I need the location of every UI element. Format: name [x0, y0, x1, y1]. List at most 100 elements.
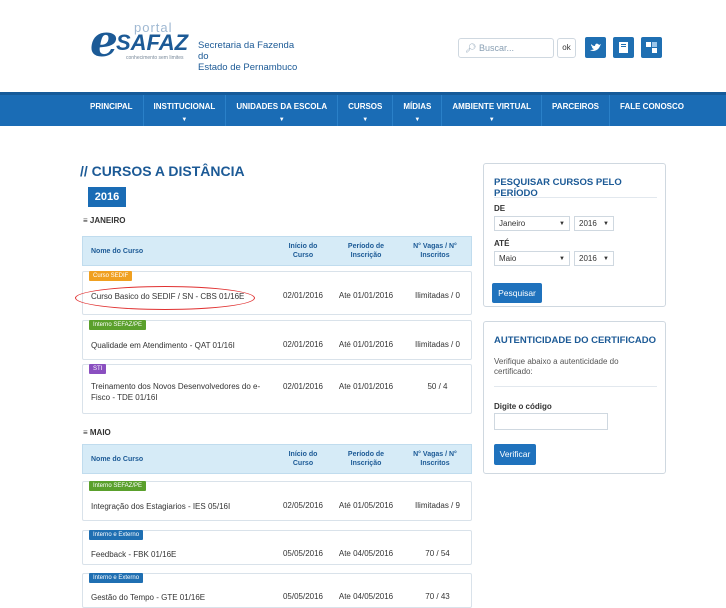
year-badge: 2016	[88, 187, 126, 207]
search-period-button[interactable]: Pesquisar	[492, 283, 542, 303]
header-vagas: N° Vagas / N° Inscritos	[413, 451, 457, 467]
header-start: Início do Curso	[288, 243, 318, 259]
from-year-select[interactable]: 2016 ▼	[574, 216, 614, 231]
course-start-date: 02/01/2016	[282, 340, 324, 349]
divider	[494, 197, 657, 198]
category-badge: Curso SEDIF	[89, 271, 133, 281]
category-badge: Interno e Externo	[89, 573, 144, 583]
course-registration-period: Ate 01/01/2016	[338, 382, 394, 391]
category-badge: Interno e Externo	[89, 530, 144, 540]
nav-item-principal[interactable]: PRINCIPAL	[80, 95, 143, 126]
from-year-value: 2016	[579, 219, 597, 228]
nav-item-m-dias[interactable]: MÍDIAS ▼	[392, 95, 441, 126]
chevron-down-icon: ▼	[559, 256, 565, 262]
nav-item-label: INSTITUCIONAL	[153, 102, 216, 111]
caret-down-icon: ▼	[181, 117, 188, 123]
nav-item-unidades-da-escola[interactable]: UNIDADES DA ESCOLA ▼	[225, 95, 337, 126]
sitemap-icon[interactable]	[641, 37, 662, 58]
course-vacancies: Ilimitadas / 0	[415, 291, 460, 300]
month-label: ≡ JANEIRO	[83, 216, 126, 225]
nav-item-label: UNIDADES DA ESCOLA	[236, 102, 328, 111]
header-course-name: Nome do Curso	[91, 247, 144, 255]
certificate-text: Verifique abaixo a autenticidade do cert…	[494, 357, 619, 376]
from-month-value: Janeiro	[499, 219, 526, 228]
course-start-date: 02/05/2016	[282, 501, 324, 510]
book-icon[interactable]	[613, 37, 634, 58]
table-row[interactable]: Interno e Externo Gestão do Tempo - GTE 0…	[82, 573, 472, 608]
nav-item-institucional[interactable]: INSTITUCIONAL ▼	[142, 95, 226, 126]
secretaria-name: Secretaria da Fazenda do Estado de Perna…	[198, 40, 300, 73]
header-period: Período de Inscrição	[347, 243, 385, 259]
search-placeholder: Buscar...	[478, 43, 514, 53]
period-search-title: PESQUISAR CURSOS PELO PERÍODO	[494, 177, 622, 199]
nav-item-parceiros[interactable]: PARCEIROS	[541, 95, 609, 126]
logo-safaz-text: SAFAZ	[116, 30, 189, 55]
to-month-select[interactable]: Maio ▼	[494, 251, 570, 266]
course-name[interactable]: Qualidade em Atendimento - QAT 01/16I	[91, 340, 235, 351]
table-header: Nome do Curso Início do Curso Período de I…	[82, 236, 472, 266]
twitter-bird-shape	[590, 43, 601, 51]
logo-tagline: conhecimento sem limites	[126, 55, 184, 61]
course-start-date: 05/05/2016	[282, 549, 324, 558]
table-row[interactable]: Interno SEFAZ/PE Integração dos Estagiari…	[82, 481, 472, 521]
logo-e-letter: e	[90, 16, 118, 67]
course-registration-period: Até 01/05/2016	[338, 501, 394, 510]
category-badge: STI	[89, 364, 107, 374]
book-shape	[619, 42, 628, 53]
from-month-select[interactable]: Janeiro ▼	[494, 216, 570, 231]
nav-item-ambiente-virtual[interactable]: AMBIENTE VIRTUAL ▼	[441, 95, 541, 126]
nav-item-label: AMBIENTE VIRTUAL	[452, 102, 532, 111]
certificate-title: AUTENTICIDADE DO CERTIFICADO	[494, 335, 657, 346]
course-vacancies: 70 / 54	[425, 549, 450, 558]
month-label: ≡ MAIO	[83, 428, 111, 437]
page-title: // CURSOS A DISTÂNCIA	[80, 163, 245, 179]
nav-item-cursos[interactable]: CURSOS ▼	[337, 95, 392, 126]
verify-button[interactable]: Verificar	[494, 444, 536, 465]
category-badge: Interno SEFAZ/PE	[89, 481, 147, 491]
course-start-date: 02/01/2016	[282, 382, 324, 391]
to-month-value: Maio	[499, 254, 517, 263]
to-year-select[interactable]: 2016 ▼	[574, 251, 614, 266]
table-row[interactable]: Interno e Externo Feedback - FBK 01/16E 05…	[82, 530, 472, 565]
secretaria-line1: Secretaria da Fazenda do	[198, 40, 295, 62]
caret-down-icon: ▼	[414, 117, 421, 123]
course-registration-period: Ate 04/05/2016	[338, 549, 394, 558]
course-name[interactable]: Feedback - FBK 01/16E	[91, 549, 176, 560]
period-search-box: PESQUISAR CURSOS PELO PERÍODO DE Janeiro…	[483, 163, 666, 307]
search-input[interactable]: 🔎︎ Buscar...	[458, 38, 554, 58]
search-ok-button[interactable]: ok	[557, 38, 576, 58]
certificate-box: AUTENTICIDADE DO CERTIFICADO Verifique a…	[483, 321, 666, 474]
to-year-value: 2016	[579, 254, 597, 263]
chevron-down-icon: ▼	[603, 256, 609, 262]
course-registration-period: Ate 01/01/2016	[338, 291, 394, 300]
sitemap-shape	[646, 42, 657, 53]
caret-down-icon: ▼	[488, 117, 495, 123]
course-start-date: 02/01/2016	[282, 291, 324, 300]
certificate-code-input[interactable]	[494, 413, 608, 430]
header-period: Período de Inscrição	[347, 451, 385, 467]
twitter-icon[interactable]	[585, 37, 606, 58]
nav-item-fale-conosco[interactable]: FALE CONOSCO	[609, 95, 694, 126]
code-label: Digite o código	[494, 402, 552, 411]
course-vacancies: 50 / 4	[427, 382, 448, 391]
course-name[interactable]: Integração dos Estagiarios - IES 05/16I	[91, 501, 230, 512]
nav-item-label: FALE CONOSCO	[620, 102, 685, 111]
course-name[interactable]: Treinamento dos Novos Desenvolvedores do…	[91, 381, 271, 403]
course-registration-period: Até 01/01/2016	[338, 340, 394, 349]
nav-item-label: CURSOS	[348, 102, 383, 111]
caret-down-icon: ▼	[362, 117, 369, 123]
table-row[interactable]: STI Treinamento dos Novos Desenvolvedores…	[82, 364, 472, 414]
divider	[494, 386, 657, 387]
site-logo[interactable]: e portal SAFAZ conhecimento sem limites …	[90, 16, 300, 74]
course-name[interactable]: Gestão do Tempo - GTE 01/16E	[91, 592, 205, 603]
from-label: DE	[494, 204, 506, 213]
course-vacancies: Ilimitadas / 0	[415, 340, 460, 349]
header-start: Início do Curso	[288, 451, 318, 467]
highlight-ellipse	[75, 286, 255, 310]
table-row[interactable]: Interno SEFAZ/PE Qualidade em Atendimento…	[82, 320, 472, 360]
nav-item-label: MÍDIAS	[403, 102, 432, 111]
nav-item-label: PARCEIROS	[552, 102, 600, 111]
caret-down-icon: ▼	[278, 117, 285, 123]
nav-menu: PRINCIPAL INSTITUCIONAL ▼ UNIDADES DA ESCOL…	[80, 95, 684, 126]
secretaria-line2: Estado de Pernambuco	[198, 62, 298, 73]
